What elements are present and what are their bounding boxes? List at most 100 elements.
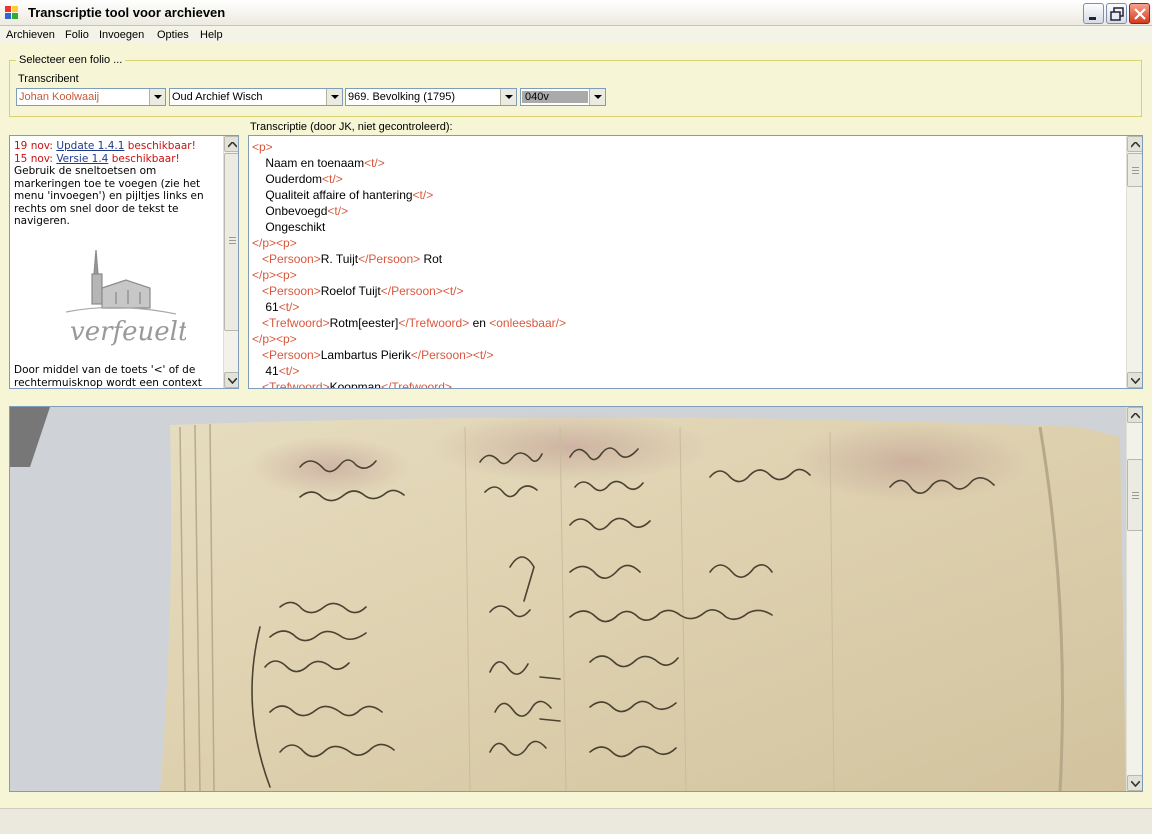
transcript-line: 41<t/> <box>252 363 566 379</box>
transcript-text-span <box>252 252 262 266</box>
info-panel[interactable]: 19 nov: Update 1.4.1 beschikbaar! 15 nov… <box>9 135 239 389</box>
transcript-line: Ouderdom<t/> <box>252 171 566 187</box>
window-title: Transcriptie tool voor archieven <box>28 5 226 20</box>
markup-tag: <Persoon> <box>262 252 321 266</box>
restore-button[interactable] <box>1106 3 1127 24</box>
menu-folio[interactable]: Folio <box>65 29 89 41</box>
transcript-text-span: R. Tuijt <box>320 252 359 266</box>
news-suffix: beschikbaar! <box>127 140 196 152</box>
transcript-line: </p><p> <box>252 331 566 347</box>
group-caption: Selecteer een folio ... <box>16 54 126 66</box>
close-button[interactable] <box>1129 3 1150 24</box>
restore-icon <box>1110 7 1124 21</box>
transcript-text-span: Roelof Tuijt <box>320 284 381 298</box>
transcript-text-span: Rotm[eester] <box>329 316 399 330</box>
transcript-text-span <box>252 380 262 388</box>
help-text: Gebruik de sneltoetsen om markeringen to… <box>14 165 204 227</box>
help-text-2: Door middel van de toets '<' of de recht… <box>14 364 202 389</box>
info-scrollbar[interactable] <box>223 136 238 388</box>
markup-tag: </Persoon><t/> <box>380 284 464 298</box>
chevron-down-icon[interactable] <box>326 89 342 105</box>
chevron-up-icon <box>1131 142 1140 148</box>
markup-tag: <Persoon> <box>262 284 321 298</box>
transcript-line: Ongeschikt <box>252 219 566 235</box>
transcribent-select[interactable]: Johan Koolwaaij <box>16 88 166 106</box>
chevron-down-icon[interactable] <box>589 89 605 105</box>
transcript-scrollbar[interactable] <box>1126 136 1142 388</box>
transcript-text-span: Onbevoegd <box>252 204 328 218</box>
scroll-down-button[interactable] <box>1127 372 1142 388</box>
transcript-line: <Persoon>Lambartus Pierik</Persoon><t/> <box>252 347 566 363</box>
transcript-line: <Persoon>R. Tuijt</Persoon> Rot <box>252 251 566 267</box>
news-link-version[interactable]: Versie 1.4 <box>56 153 108 165</box>
menu-bar: Archieven Folio Invoegen Opties Help <box>0 26 1152 44</box>
markup-tag: </Trefwoord> <box>398 316 470 330</box>
transcript-text-span: Ouderdom <box>252 172 323 186</box>
transcript-text-span <box>252 348 262 362</box>
transcript-text-span: Rot <box>420 252 443 266</box>
markup-tag: </p><p> <box>252 268 297 282</box>
transcript-text[interactable]: <p> Naam en toenaam<t/> Ouderdom<t/> Qua… <box>252 139 566 389</box>
menu-invoegen[interactable]: Invoegen <box>99 29 144 41</box>
news-date: 19 nov: <box>14 140 53 152</box>
transcript-label: Transcriptie (door JK, niet gecontroleer… <box>250 121 453 133</box>
markup-tag: <Trefwoord> <box>262 380 330 389</box>
minimize-button[interactable] <box>1083 3 1104 24</box>
info-text: 19 nov: Update 1.4.1 beschikbaar! 15 nov… <box>14 140 220 228</box>
transcript-text-span: en <box>469 316 490 330</box>
markup-tag: <t/> <box>278 300 300 314</box>
menu-archieven[interactable]: Archieven <box>6 29 55 41</box>
chevron-up-icon <box>228 142 237 148</box>
menu-opties[interactable]: Opties <box>157 29 189 41</box>
markup-tag: <t/> <box>364 156 385 170</box>
markup-tag: <Persoon> <box>262 348 321 362</box>
scroll-up-button[interactable] <box>224 136 238 152</box>
scroll-thumb[interactable] <box>1127 459 1142 531</box>
transcript-text-span: 41 <box>252 364 279 378</box>
scroll-down-button[interactable] <box>1127 775 1142 791</box>
scroll-up-button[interactable] <box>1127 407 1142 423</box>
app-icon <box>5 6 18 19</box>
transcript-line: </p><p> <box>252 235 566 251</box>
markup-tag: <t/> <box>412 188 434 202</box>
scan-viewer[interactable] <box>9 406 1143 792</box>
news-link-update[interactable]: Update 1.4.1 <box>56 140 124 152</box>
viewer-scrollbar[interactable] <box>1126 407 1142 791</box>
transcript-text-span <box>252 284 262 298</box>
scroll-up-button[interactable] <box>1127 136 1142 152</box>
scroll-thumb[interactable] <box>224 153 238 331</box>
news-suffix: beschikbaar! <box>111 152 180 165</box>
markup-tag: <p> <box>252 140 273 154</box>
transcript-line: 61<t/> <box>252 299 566 315</box>
scroll-thumb[interactable] <box>1127 153 1142 187</box>
inventory-select[interactable]: 969. Bevolking (1795) <box>345 88 517 106</box>
markup-tag: </Persoon><t/> <box>410 348 494 362</box>
folio-select[interactable]: 040v <box>520 88 606 106</box>
close-icon <box>1134 8 1146 20</box>
chevron-down-icon <box>1131 781 1140 787</box>
transcript-editor[interactable]: <p> Naam en toenaam<t/> Ouderdom<t/> Qua… <box>248 135 1143 389</box>
markup-tag: </p><p> <box>252 332 297 346</box>
chevron-down-icon[interactable] <box>149 89 165 105</box>
menu-help[interactable]: Help <box>200 29 223 41</box>
chevron-down-icon <box>1131 378 1140 384</box>
scroll-down-button[interactable] <box>224 372 238 388</box>
transcript-text-span: 61 <box>252 300 279 314</box>
status-bar <box>0 808 1152 834</box>
transcript-line: <Trefwoord>Koopman</Trefwoord> <box>252 379 566 389</box>
markup-tag: <t/> <box>278 364 300 378</box>
title-bar: Transcriptie tool voor archieven <box>0 0 1152 26</box>
transcribent-value: Johan Koolwaaij <box>19 91 100 103</box>
transcript-line: Naam en toenaam<t/> <box>252 155 566 171</box>
news-item: 15 nov: Versie 1.4 beschikbaar! <box>14 153 220 166</box>
markup-tag: <t/> <box>322 172 343 186</box>
logo-text: verfeuelt <box>70 317 186 347</box>
chevron-down-icon[interactable] <box>500 89 516 105</box>
archive-select[interactable]: Oud Archief Wisch <box>169 88 343 106</box>
transcript-line: <Trefwoord>Rotm[eester]</Trefwoord> en <… <box>252 315 566 331</box>
transcript-text-span: Ongeschikt <box>252 220 326 234</box>
news-item: 19 nov: Update 1.4.1 beschikbaar! <box>14 140 220 153</box>
chevron-down-icon <box>228 378 237 384</box>
transcript-text-span: Naam en toenaam <box>252 156 365 170</box>
folio-value: 040v <box>522 91 588 103</box>
